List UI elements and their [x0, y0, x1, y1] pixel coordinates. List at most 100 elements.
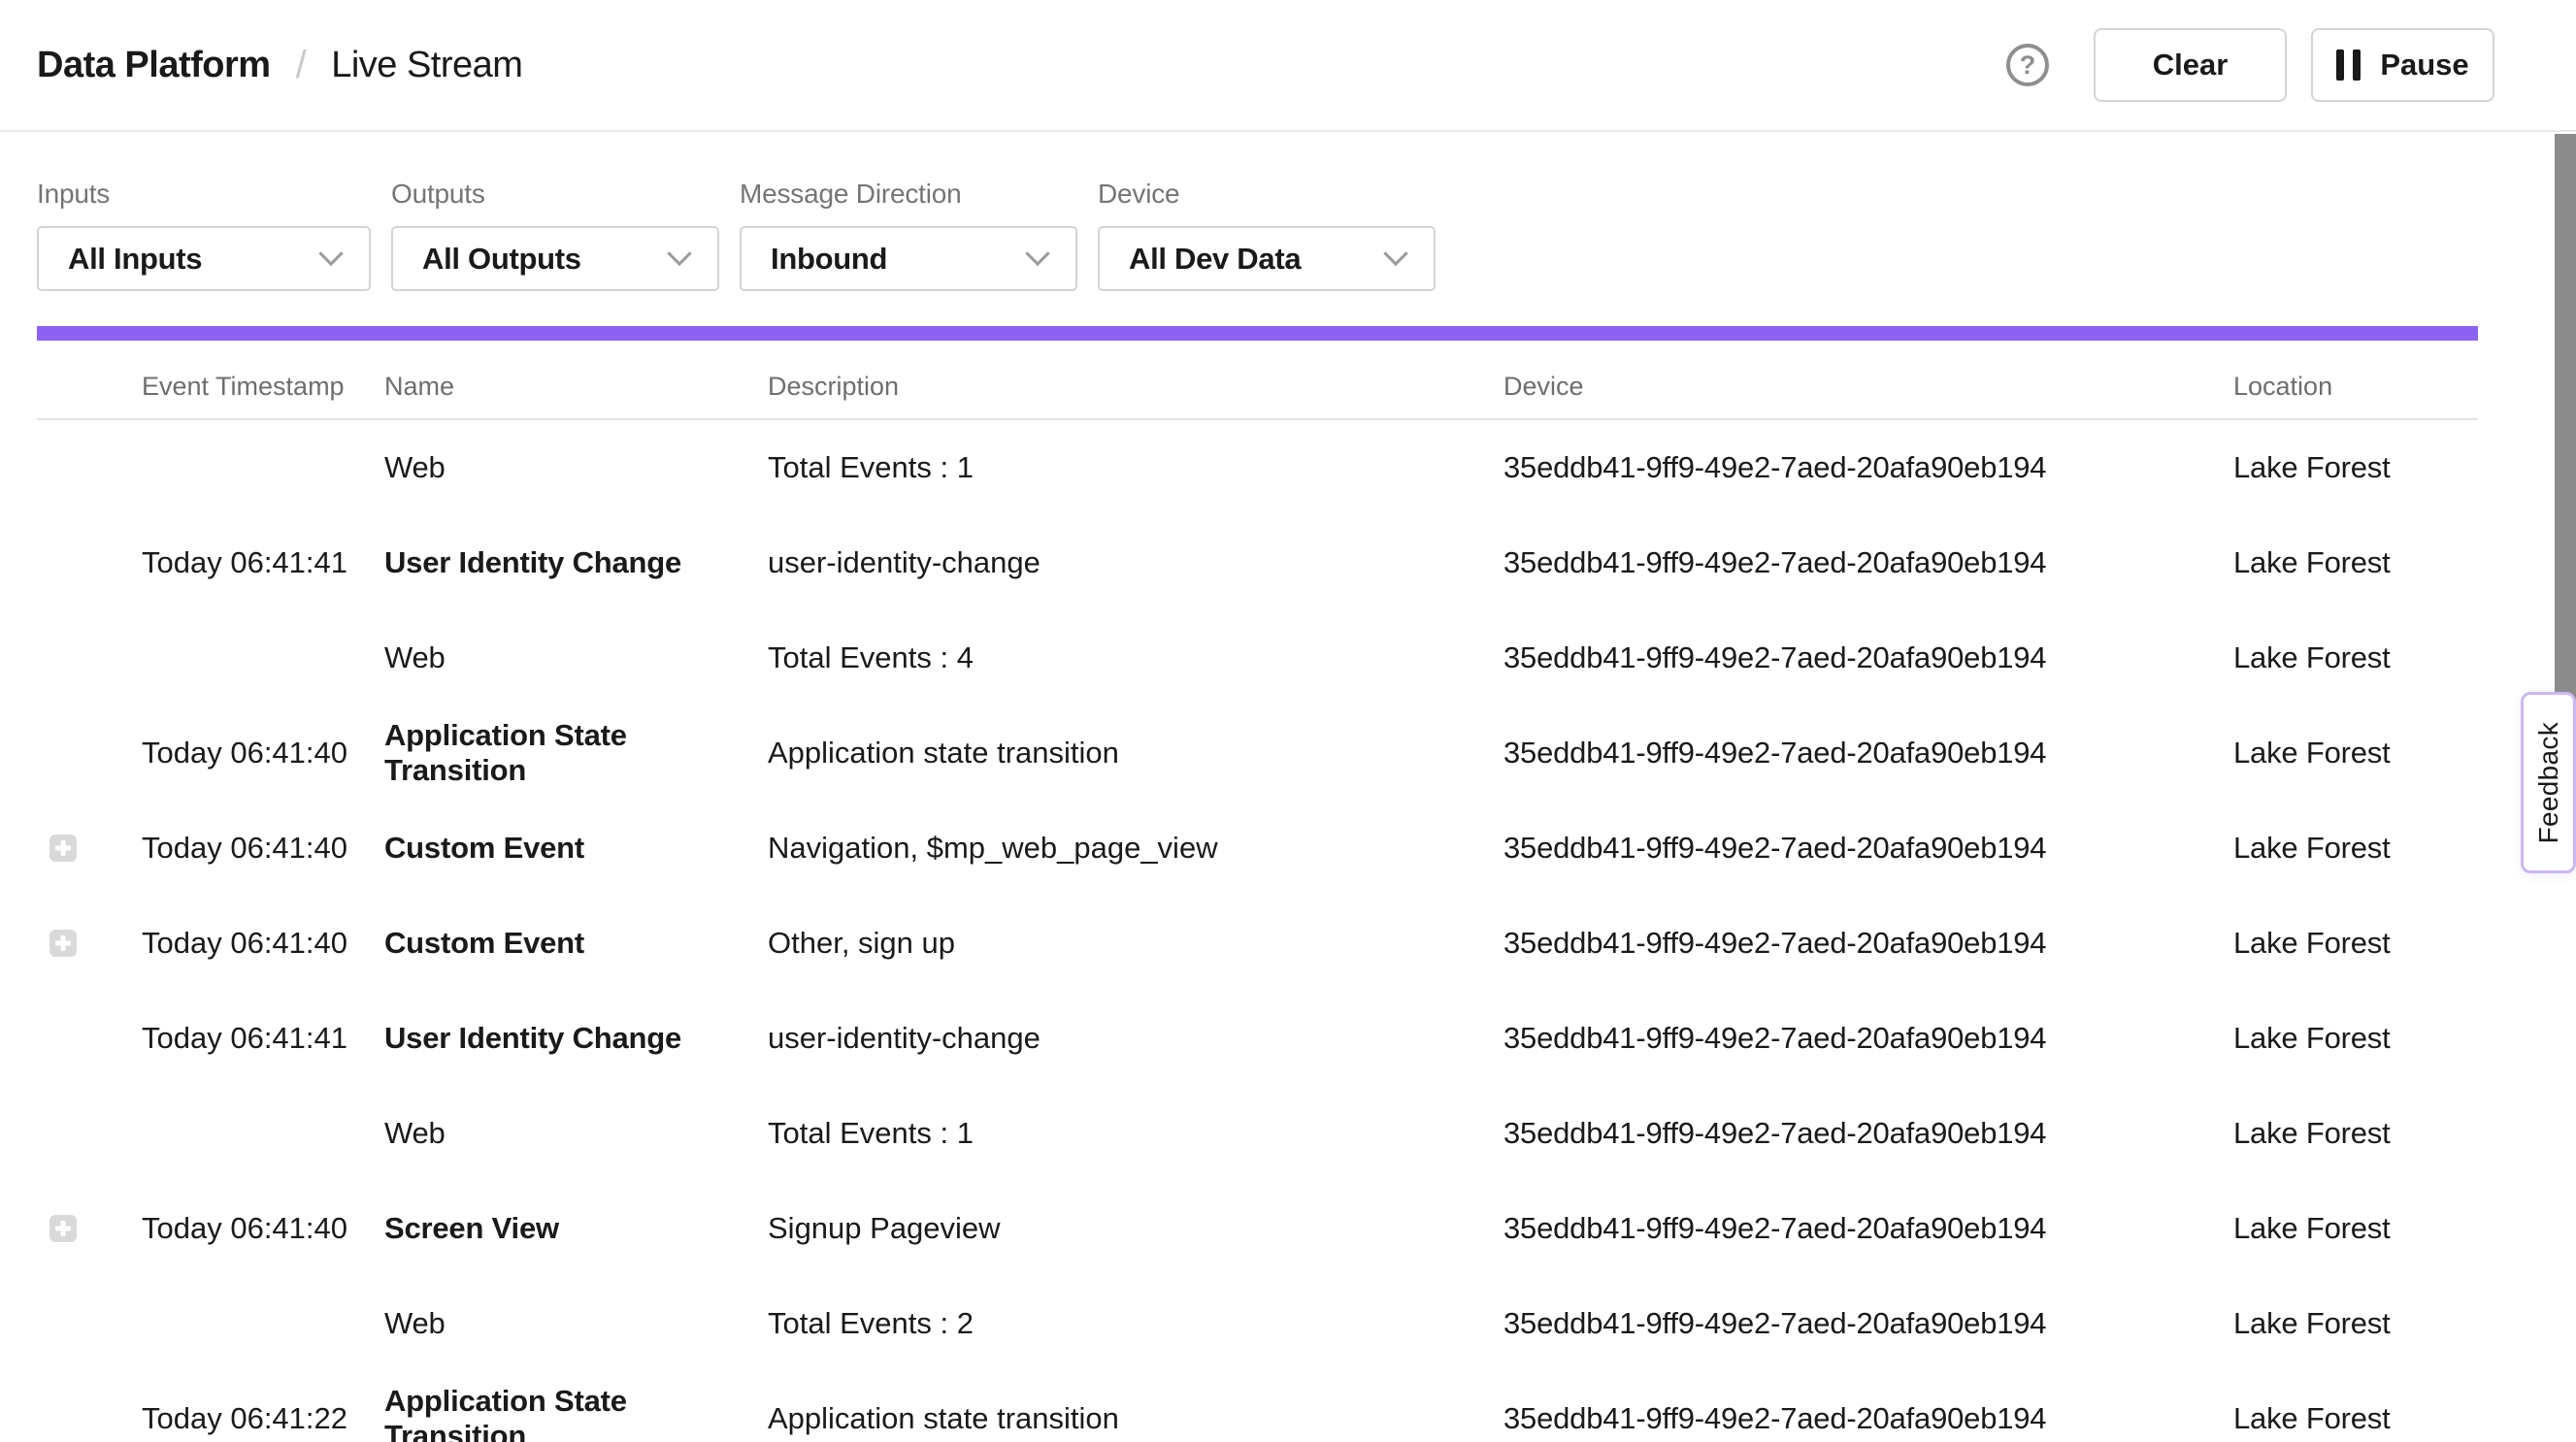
cell-location: Lake Forest	[2233, 545, 2478, 580]
cell-timestamp: Today 06:41:41	[142, 1021, 384, 1056]
cell-name: Custom Event	[384, 831, 768, 866]
table-row[interactable]: Web Total Events : 1 35eddb41-9ff9-49e2-…	[37, 420, 2478, 515]
table-row[interactable]: Today 06:41:40 Screen View Signup Pagevi…	[37, 1181, 2478, 1276]
cell-description: Application state transition	[768, 736, 1503, 770]
cell-description: user-identity-change	[768, 1021, 1503, 1056]
vertical-scrollbar[interactable]	[2555, 134, 2576, 767]
table-row[interactable]: Today 06:41:41 User Identity Change user…	[37, 515, 2478, 610]
table-row[interactable]: Web Total Events : 1 35eddb41-9ff9-49e2-…	[37, 1086, 2478, 1181]
cell-location: Lake Forest	[2233, 736, 2478, 770]
cell-location: Lake Forest	[2233, 640, 2478, 675]
cell-device: 35eddb41-9ff9-49e2-7aed-20afa90eb194	[1503, 831, 2233, 866]
cell-location: Lake Forest	[2233, 1021, 2478, 1056]
cell-location: Lake Forest	[2233, 1116, 2478, 1151]
cell-description: Navigation, $mp_web_page_view	[768, 831, 1503, 866]
table-row[interactable]: Today 06:41:40 Application State Transit…	[37, 705, 2478, 801]
table-row[interactable]: Web Total Events : 4 35eddb41-9ff9-49e2-…	[37, 610, 2478, 705]
cell-description: user-identity-change	[768, 545, 1503, 580]
expand-cell	[37, 835, 142, 862]
filter-message-direction-dropdown[interactable]: Inbound	[740, 226, 1077, 291]
cell-timestamp: Today 06:41:41	[142, 545, 384, 580]
cell-location: Lake Forest	[2233, 1401, 2478, 1436]
cell-device: 35eddb41-9ff9-49e2-7aed-20afa90eb194	[1503, 1306, 2233, 1341]
help-icon-glyph: ?	[2020, 50, 2036, 81]
cell-name: Web	[384, 1306, 768, 1341]
pause-icon	[2336, 49, 2361, 81]
cell-name: User Identity Change	[384, 545, 768, 580]
cell-description: Total Events : 1	[768, 450, 1503, 485]
table-row[interactable]: Today 06:41:40 Custom Event Other, sign …	[37, 896, 2478, 991]
expand-cell	[37, 454, 142, 481]
column-header-device: Device	[1503, 372, 2233, 402]
cell-device: 35eddb41-9ff9-49e2-7aed-20afa90eb194	[1503, 736, 2233, 770]
filter-device-dropdown[interactable]: All Dev Data	[1098, 226, 1436, 291]
cell-location: Lake Forest	[2233, 831, 2478, 866]
expand-cell	[37, 644, 142, 672]
cell-description: Application state transition	[768, 1401, 1503, 1436]
filter-inputs-dropdown[interactable]: All Inputs	[37, 226, 371, 291]
expand-cell	[37, 930, 142, 957]
column-header-event-timestamp: Event Timestamp	[142, 372, 384, 402]
table-header-row: Event Timestamp Name Description Device …	[37, 341, 2478, 420]
column-header-location: Location	[2233, 372, 2478, 402]
cell-description: Total Events : 4	[768, 640, 1503, 675]
top-header: Data Platform / Live Stream ? Clear Paus…	[0, 0, 2576, 132]
event-table-body: Web Total Events : 1 35eddb41-9ff9-49e2-…	[37, 420, 2478, 1442]
expand-icon[interactable]	[50, 1215, 77, 1242]
cell-location: Lake Forest	[2233, 1306, 2478, 1341]
header-actions: ? Clear Pause	[2006, 28, 2494, 102]
live-stream-page: Data Platform / Live Stream ? Clear Paus…	[0, 0, 2576, 1442]
events-table: Event Timestamp Name Description Device …	[37, 341, 2478, 1442]
table-row[interactable]: Web Total Events : 2 35eddb41-9ff9-49e2-…	[37, 1276, 2478, 1371]
cell-device: 35eddb41-9ff9-49e2-7aed-20afa90eb194	[1503, 450, 2233, 485]
cell-timestamp: Today 06:41:40	[142, 926, 384, 961]
column-header-name: Name	[384, 372, 768, 402]
cell-device: 35eddb41-9ff9-49e2-7aed-20afa90eb194	[1503, 1211, 2233, 1246]
expand-cell	[37, 1025, 142, 1052]
table-row[interactable]: Today 06:41:22 Application State Transit…	[37, 1371, 2478, 1442]
cell-description: Other, sign up	[768, 926, 1503, 961]
filter-message-direction-value: Inbound	[771, 242, 887, 277]
chevron-down-icon	[1025, 241, 1049, 265]
filter-message-direction: Message Direction Inbound	[740, 179, 1077, 291]
filter-device: Device All Dev Data	[1098, 179, 1436, 291]
filter-message-direction-label: Message Direction	[740, 179, 1077, 210]
clear-button[interactable]: Clear	[2094, 28, 2287, 102]
expand-icon[interactable]	[50, 930, 77, 957]
filters-bar: Inputs All Inputs Outputs All Outputs Me…	[0, 132, 2576, 291]
filter-outputs-dropdown[interactable]: All Outputs	[391, 226, 719, 291]
cell-location: Lake Forest	[2233, 450, 2478, 485]
feedback-tab[interactable]: Feedback	[2521, 692, 2576, 873]
expand-cell	[37, 1215, 142, 1242]
filter-inputs: Inputs All Inputs	[37, 179, 371, 291]
cell-device: 35eddb41-9ff9-49e2-7aed-20afa90eb194	[1503, 1021, 2233, 1056]
breadcrumb-section[interactable]: Data Platform	[37, 45, 271, 86]
cell-name: Web	[384, 450, 768, 485]
cell-name: Web	[384, 1116, 768, 1151]
pause-button[interactable]: Pause	[2311, 28, 2494, 102]
cell-device: 35eddb41-9ff9-49e2-7aed-20afa90eb194	[1503, 926, 2233, 961]
filter-outputs-label: Outputs	[391, 179, 719, 210]
expand-cell	[37, 739, 142, 767]
cell-timestamp: Today 06:41:40	[142, 831, 384, 866]
cell-name: User Identity Change	[384, 1021, 768, 1056]
chevron-down-icon	[318, 241, 343, 265]
cell-device: 35eddb41-9ff9-49e2-7aed-20afa90eb194	[1503, 1116, 2233, 1151]
cell-device: 35eddb41-9ff9-49e2-7aed-20afa90eb194	[1503, 640, 2233, 675]
expand-cell	[37, 1310, 142, 1337]
breadcrumb: Data Platform / Live Stream	[37, 44, 522, 87]
filter-inputs-value: All Inputs	[68, 242, 202, 277]
cell-location: Lake Forest	[2233, 926, 2478, 961]
chevron-down-icon	[667, 241, 691, 265]
table-row[interactable]: Today 06:41:40 Custom Event Navigation, …	[37, 801, 2478, 896]
expand-icon[interactable]	[50, 835, 77, 862]
cell-device: 35eddb41-9ff9-49e2-7aed-20afa90eb194	[1503, 1401, 2233, 1436]
cell-name: Application State Transition	[384, 1384, 768, 1442]
help-icon[interactable]: ?	[2006, 44, 2049, 86]
cell-name: Custom Event	[384, 926, 768, 961]
cell-name: Web	[384, 640, 768, 675]
expand-cell	[37, 1120, 142, 1147]
expand-cell	[37, 1405, 142, 1432]
filter-outputs: Outputs All Outputs	[391, 179, 719, 291]
table-row[interactable]: Today 06:41:41 User Identity Change user…	[37, 991, 2478, 1086]
